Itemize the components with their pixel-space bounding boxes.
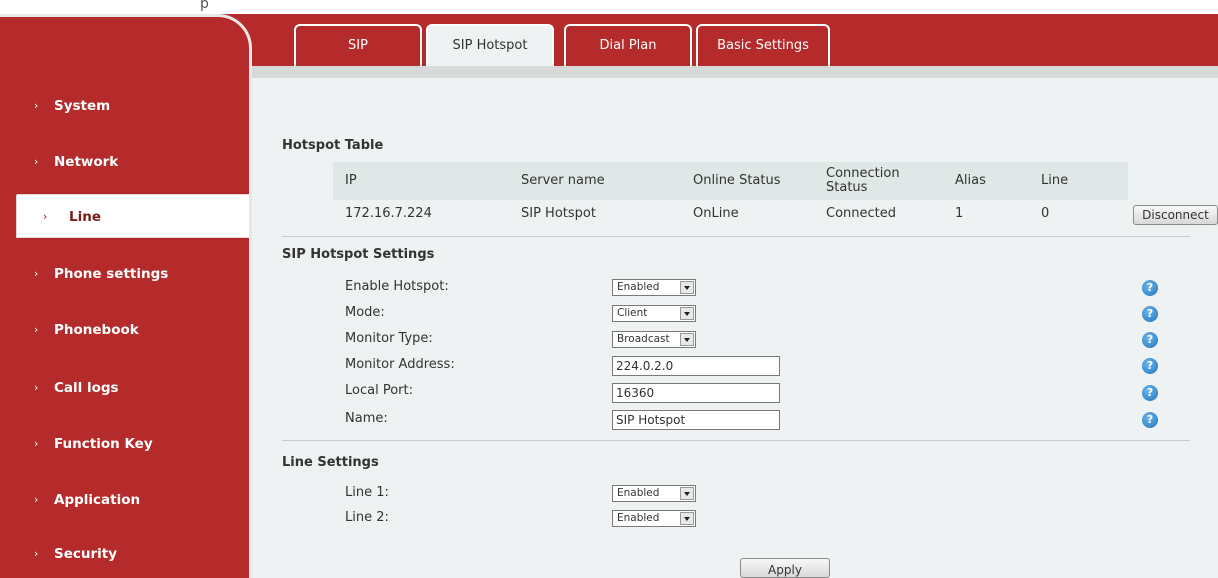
monitor-type-value: Broadcast (617, 333, 670, 345)
column-header-line: Line (1041, 172, 1069, 188)
divider (282, 440, 1190, 441)
help-icon[interactable]: ? (1142, 280, 1158, 296)
mode-value: Client (617, 307, 648, 319)
column-header-server-name: Server name (521, 172, 605, 188)
help-icon[interactable]: ? (1142, 306, 1158, 322)
sidebar-item-label: Phone settings (54, 266, 169, 282)
sidebar-item-label: Function Key (54, 436, 153, 452)
table-header: IP Server name Online Status Connection … (333, 162, 1128, 200)
monitor-type-select[interactable]: Broadcast (612, 331, 696, 348)
line2-value: Enabled (617, 512, 660, 524)
chevron-right-icon: › (34, 323, 39, 336)
help-icon[interactable]: ? (1142, 385, 1158, 401)
cell-line: 0 (1041, 206, 1050, 221)
help-icon[interactable]: ? (1142, 332, 1158, 348)
sidebar-item-label: Phonebook (54, 322, 139, 338)
cell-server-name: SIP Hotspot (521, 206, 596, 221)
line2-label: Line 2: (345, 510, 389, 525)
column-header-connection-status: Connection Status (826, 165, 900, 195)
sidebar-item-network[interactable]: › Network (0, 140, 249, 184)
tab-sip-hotspot[interactable]: SIP Hotspot (426, 24, 554, 66)
line-settings-title: Line Settings (282, 455, 379, 470)
hotspot-table-title: Hotspot Table (282, 138, 384, 153)
cell-connection-status: Connected (826, 206, 897, 221)
chevron-right-icon: › (34, 437, 39, 450)
sidebar-item-line[interactable]: › Line (16, 194, 249, 238)
chevron-right-icon: › (34, 99, 39, 112)
line1-label: Line 1: (345, 485, 389, 500)
local-port-input[interactable]: 16360 (612, 383, 780, 403)
column-header-ip: IP (345, 172, 357, 188)
line2-select[interactable]: Enabled (612, 510, 696, 527)
column-header-alias: Alias (955, 172, 986, 188)
chevron-right-icon: › (34, 493, 39, 506)
sidebar-item-phone-settings[interactable]: › Phone settings (0, 252, 249, 296)
disconnect-button[interactable]: Disconnect (1133, 205, 1218, 225)
sidebar-item-call-logs[interactable]: › Call logs (0, 366, 249, 410)
tab-dial-plan[interactable]: Dial Plan (564, 24, 692, 66)
line1-select[interactable]: Enabled (612, 485, 696, 502)
mode-label: Mode: (345, 305, 385, 320)
sidebar-item-label: Security (54, 546, 118, 562)
sidebar-item-label: Call logs (54, 380, 119, 396)
chevron-down-icon (680, 307, 694, 320)
cell-alias: 1 (955, 206, 964, 221)
name-input[interactable]: SIP Hotspot (612, 410, 780, 430)
cell-online-status: OnLine (693, 206, 739, 221)
sidebar-item-label: Line (69, 209, 101, 225)
chevron-right-icon: › (34, 267, 39, 280)
monitor-address-input[interactable]: 224.0.2.0 (612, 356, 780, 376)
enable-hotspot-value: Enabled (617, 281, 660, 293)
hotspot-settings-title: SIP Hotspot Settings (282, 247, 435, 262)
tab-sip[interactable]: SIP (294, 24, 422, 66)
chevron-right-icon: › (34, 155, 39, 168)
chevron-down-icon (680, 281, 694, 294)
local-port-label: Local Port: (345, 383, 413, 398)
sidebar-item-system[interactable]: › System (0, 84, 249, 128)
monitor-type-label: Monitor Type: (345, 331, 433, 346)
chevron-right-icon: › (34, 381, 39, 394)
tab-strip (252, 66, 1218, 78)
sidebar-item-security[interactable]: › Security (0, 532, 249, 576)
help-icon[interactable]: ? (1142, 358, 1158, 374)
chevron-down-icon (680, 333, 694, 346)
sidebar-item-label: Network (54, 154, 119, 170)
line1-value: Enabled (617, 487, 660, 499)
chevron-right-icon: › (34, 547, 39, 560)
name-label: Name: (345, 411, 388, 426)
chevron-down-icon (680, 487, 694, 500)
sidebar-item-function-key[interactable]: › Function Key (0, 422, 249, 466)
chevron-right-icon: › (43, 210, 48, 223)
sidebar-item-phonebook[interactable]: › Phonebook (0, 308, 249, 352)
chevron-down-icon (680, 512, 694, 525)
help-icon[interactable]: ? (1142, 412, 1158, 428)
top-strip: p (0, 0, 1218, 14)
tab-basic-settings[interactable]: Basic Settings (696, 24, 830, 66)
sidebar-top (0, 14, 252, 74)
header-text-fragment: p (200, 0, 209, 12)
sidebar-item-application[interactable]: › Application (0, 478, 249, 522)
column-header-online-status: Online Status (693, 172, 781, 188)
cell-ip: 172.16.7.224 (345, 206, 432, 221)
mode-select[interactable]: Client (612, 305, 696, 322)
enable-hotspot-label: Enable Hotspot: (345, 279, 449, 294)
apply-button[interactable]: Apply (740, 558, 830, 578)
enable-hotspot-select[interactable]: Enabled (612, 279, 696, 296)
monitor-address-label: Monitor Address: (345, 357, 455, 372)
divider (282, 236, 1190, 237)
sidebar-item-label: System (54, 98, 111, 114)
sidebar-item-label: Application (54, 492, 141, 508)
